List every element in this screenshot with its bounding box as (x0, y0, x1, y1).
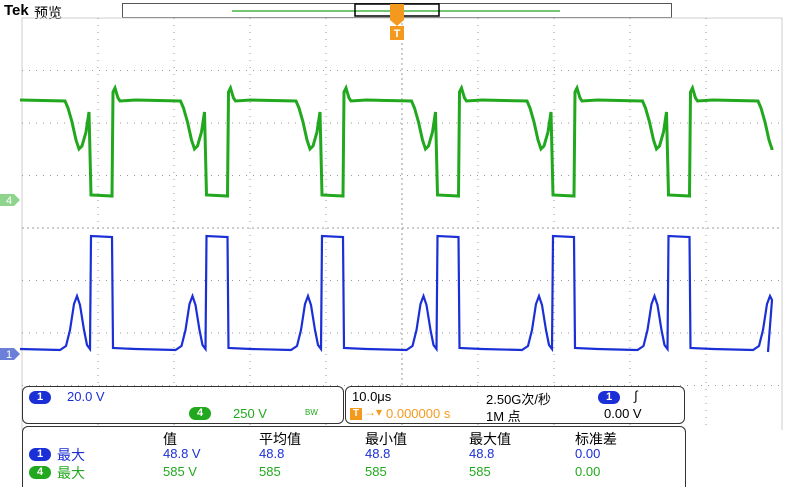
meas-row-ch4-max: 585 (469, 464, 491, 479)
ch1-badge[interactable]: 1 (29, 391, 51, 404)
bandwidth-limit-icon: BW (305, 408, 318, 417)
meas-row-ch4-type: 最大 (57, 465, 85, 481)
meas-row-ch1-max: 48.8 (469, 446, 495, 461)
meas-row-ch4-value: 585 V (163, 464, 197, 479)
meas-row-ch1-min: 48.8 (365, 446, 391, 461)
record-length: 1M 点 (486, 409, 521, 424)
meas-row-ch1-type: 最大 (57, 447, 85, 463)
horizontal-trigger-panel[interactable]: 10.0μs 2.50G次/秒 1 ∫ T →▾ 0.000000 s 1M 点… (345, 386, 685, 424)
svg-text:4: 4 (6, 195, 12, 207)
ch4-badge[interactable]: 4 (189, 407, 211, 420)
meas-row-ch1-mean: 48.8 (259, 446, 285, 461)
ch4-waveform (19, 83, 774, 198)
trigger-delay-icon: T (350, 408, 362, 420)
trigger-source-badge[interactable]: 1 (598, 391, 620, 404)
meas-row-ch4-badge: 4 (29, 466, 51, 479)
svg-text:1: 1 (6, 349, 12, 361)
waveform-display: T 4 1 (0, 3, 783, 430)
meas-row-ch1-value: 48.8 V (163, 446, 201, 461)
trigger-position-marker[interactable] (390, 4, 404, 26)
meas-row-ch1-std: 0.00 (575, 446, 601, 461)
meas-row-ch4-std: 0.00 (575, 464, 601, 479)
ch4-ground-marker[interactable]: 4 (0, 194, 20, 207)
trigger-marker-icon[interactable]: T (390, 26, 404, 40)
timebase-scale: 10.0μs (352, 389, 392, 404)
ch1-ground-marker[interactable]: 1 (0, 348, 20, 361)
meas-row-ch4-min: 585 (365, 464, 387, 479)
measurement-panel[interactable]: 值 平均值 最小值 最大值 标准差 1 最大 48.8 V 48.8 48.8 … (22, 426, 686, 487)
ch1-scale: 20.0 V (67, 389, 105, 404)
trigger-slope-icon: ∫ (634, 388, 638, 403)
meas-row-ch1-badge: 1 (29, 448, 51, 461)
svg-text:T: T (394, 28, 401, 40)
delay-arrow-icon: →▾ (364, 405, 383, 419)
graticule (21, 17, 783, 430)
ch1-waveform (19, 234, 774, 353)
trigger-level: 0.00 V (604, 406, 642, 421)
meas-row-ch4-mean: 585 (259, 464, 281, 479)
trigger-delay: 0.000000 s (386, 406, 451, 421)
ch4-scale: 250 V (233, 406, 267, 421)
vertical-settings-panel[interactable]: 1 20.0 V 4 250 V BW (22, 386, 344, 424)
